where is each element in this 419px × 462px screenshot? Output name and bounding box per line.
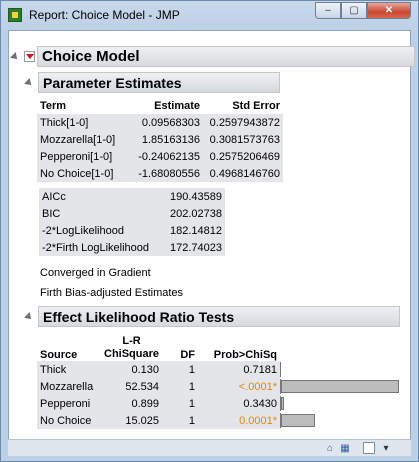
stat-value: 182.14812 <box>170 224 222 237</box>
lr-header-top: L-R <box>122 335 141 347</box>
parameter-estimates-table: Term Estimate Std Error Thick[1-0] 0.095… <box>37 97 283 182</box>
estimate-cell: 0.09568303 <box>141 116 200 129</box>
table-row: Pepperoni[1-0] -0.24062135 0.2575206469 <box>37 148 283 165</box>
prob-cell: 0.7181 <box>198 361 281 378</box>
table-row: BIC 202.02738 <box>39 205 225 222</box>
red-triangle-menu-icon[interactable] <box>24 51 35 62</box>
bar-cell <box>280 412 400 429</box>
df-cell: 1 <box>162 378 199 395</box>
estimate-cell: 1.85163136 <box>141 133 200 146</box>
bar-frame <box>280 413 400 428</box>
stat-label: -2*LogLikelihood <box>42 224 124 237</box>
bar-cell <box>280 395 400 412</box>
chisquare-cell: 15.025 <box>101 412 163 429</box>
table-row: -2*Firth LogLikelihood 172.74023 <box>39 239 225 256</box>
column-header-std-error: Std Error <box>232 99 280 112</box>
report-content: Choice Model Parameter Estimates Term Es… <box>8 30 415 455</box>
column-header-source: Source <box>40 349 78 361</box>
column-header-term: Term <box>40 99 67 112</box>
effect-lr-tests-table: Source L-R ChiSquare DF Prob>ChiSq Thick… <box>37 331 400 429</box>
table-icon[interactable]: ▦ <box>339 442 351 454</box>
term-cell: No Choice[1-0] <box>40 167 114 180</box>
chisquare-bar <box>281 397 285 410</box>
minimize-button[interactable]: – <box>315 2 341 19</box>
table-row: Mozzarella[1-0] 1.85163136 0.3081573763 <box>37 131 283 148</box>
df-cell: 1 <box>162 395 199 412</box>
column-header-prob: Prob>ChiSq <box>213 349 278 361</box>
column-header-bar <box>280 331 400 361</box>
table-row: No Choice[1-0] -1.68080556 0.4968146760 <box>37 165 283 182</box>
column-header-lr-chisquare: L-R ChiSquare <box>101 331 162 361</box>
df-cell: 1 <box>162 361 199 378</box>
convergence-note: Converged in Gradient <box>40 267 151 279</box>
fit-statistics-table: AICc 190.43589 BIC 202.02738 -2*LogLikel… <box>39 188 225 256</box>
estimate-cell: -0.24062135 <box>138 150 200 163</box>
bar-frame <box>280 396 400 411</box>
df-cell: 1 <box>162 412 199 429</box>
std-error-cell: 0.3081573763 <box>209 133 280 146</box>
dropdown-icon[interactable]: ▾ <box>380 442 392 454</box>
chisquare-bar <box>281 414 316 427</box>
table-row: Thick[1-0] 0.09568303 0.2597943872 <box>37 114 283 131</box>
source-cell: Thick <box>37 361 101 378</box>
window-title: Report: Choice Model - JMP <box>29 8 180 22</box>
lr-header-bottom: ChiSquare <box>104 348 160 360</box>
table-row: AICc 190.43589 <box>39 188 225 205</box>
maximize-button[interactable]: ▢ <box>341 2 367 19</box>
status-bar: ⌂ ▦ ▾ <box>8 439 411 456</box>
prob-cell: 0.0001* <box>198 412 281 429</box>
table-row: No Choice 15.025 1 0.0001* <box>37 412 400 429</box>
term-cell: Pepperoni[1-0] <box>40 150 113 163</box>
checkbox-icon[interactable] <box>363 442 375 454</box>
chisquare-bar <box>281 380 400 393</box>
effect-lr-tests-outline: Effect Likelihood Ratio Tests <box>24 306 400 327</box>
choice-model-title: Choice Model <box>37 46 415 67</box>
stat-label: -2*Firth LogLikelihood <box>42 241 150 254</box>
jmp-app-icon <box>8 8 22 22</box>
disclosure-icon[interactable] <box>10 51 20 62</box>
term-cell: Mozzarella[1-0] <box>40 133 116 146</box>
table-row: Pepperoni 0.899 1 0.3430 <box>37 395 400 412</box>
table-row: Thick 0.130 1 0.7181 <box>37 361 400 378</box>
home-icon[interactable]: ⌂ <box>324 442 336 454</box>
parameter-estimates-outline: Parameter Estimates <box>24 72 280 93</box>
chisquare-cell: 0.130 <box>101 361 163 378</box>
source-cell: Mozzarella <box>37 378 101 395</box>
firth-note: Firth Bias-adjusted Estimates <box>40 287 184 299</box>
choice-model-outline: Choice Model <box>10 46 415 67</box>
std-error-cell: 0.2575206469 <box>209 150 280 163</box>
table-row: -2*LogLikelihood 182.14812 <box>39 222 225 239</box>
stat-label: AICc <box>42 190 66 203</box>
column-header-df: DF <box>180 349 196 361</box>
chisquare-cell: 52.534 <box>101 378 163 395</box>
report-window: Report: Choice Model - JMP – ▢ ✕ Choice … <box>0 0 419 462</box>
disclosure-icon[interactable] <box>24 311 34 322</box>
stat-label: BIC <box>42 207 61 220</box>
stat-value: 202.02738 <box>170 207 222 220</box>
bar-frame <box>280 379 400 394</box>
column-header-estimate: Estimate <box>154 99 200 112</box>
effect-lr-tests-title: Effect Likelihood Ratio Tests <box>38 306 400 327</box>
parameter-estimates-title: Parameter Estimates <box>38 72 280 93</box>
disclosure-icon[interactable] <box>24 77 34 88</box>
std-error-cell: 0.4968146760 <box>209 167 280 180</box>
bar-frame <box>280 362 400 377</box>
std-error-cell: 0.2597943872 <box>209 116 280 129</box>
close-button[interactable]: ✕ <box>367 2 411 19</box>
stat-value: 172.74023 <box>170 241 222 254</box>
stat-value: 190.43589 <box>170 190 222 203</box>
bar-cell <box>280 361 400 378</box>
term-cell: Thick[1-0] <box>40 116 89 129</box>
estimate-cell: -1.68080556 <box>138 167 200 180</box>
table-row: Mozzarella 52.534 1 <.0001* <box>37 378 400 395</box>
title-bar[interactable]: Report: Choice Model - JMP – ▢ ✕ <box>1 1 418 29</box>
source-cell: Pepperoni <box>37 395 101 412</box>
bar-cell <box>280 378 400 395</box>
prob-cell: <.0001* <box>198 378 281 395</box>
prob-cell: 0.3430 <box>198 395 281 412</box>
chisquare-cell: 0.899 <box>101 395 163 412</box>
source-cell: No Choice <box>37 412 101 429</box>
